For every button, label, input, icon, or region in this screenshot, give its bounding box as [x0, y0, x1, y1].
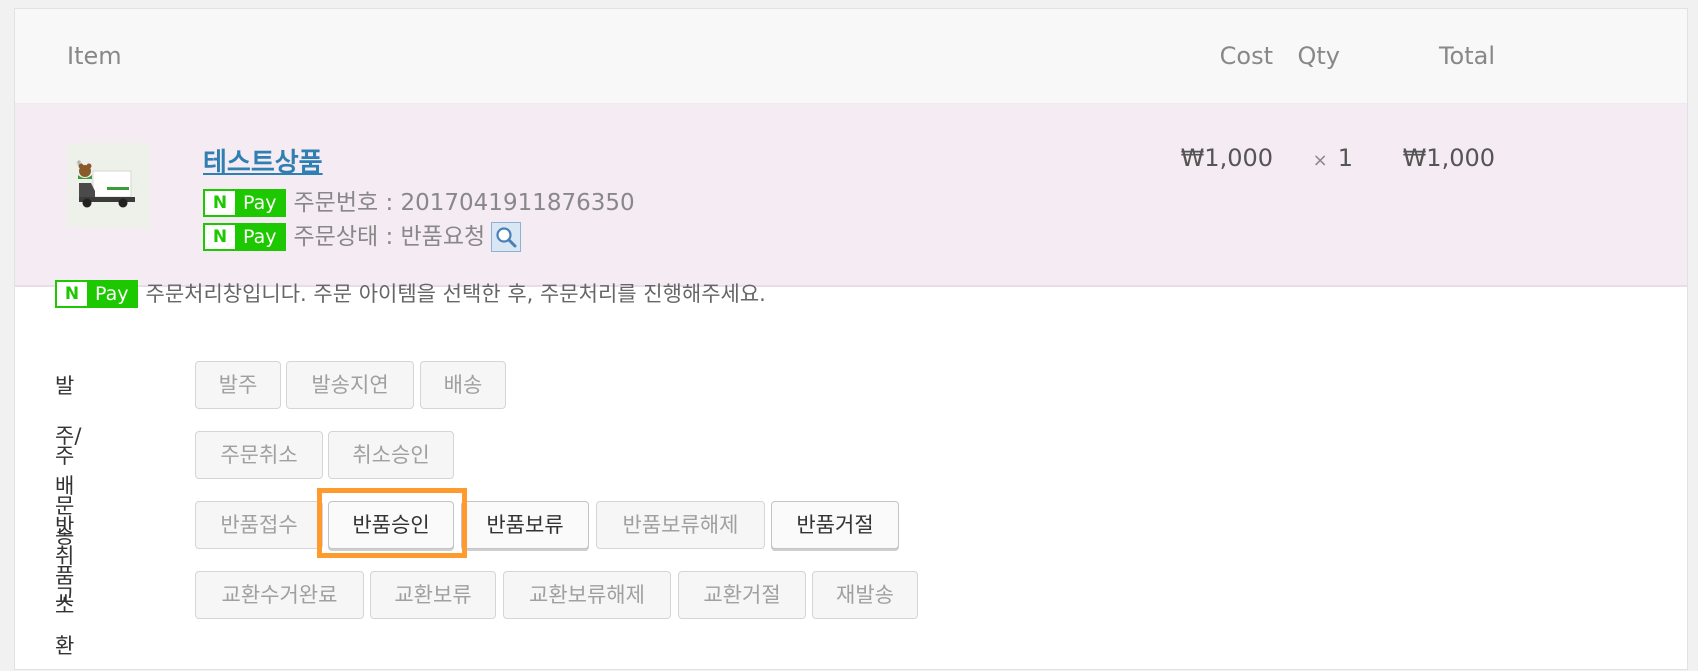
- group-label: 발주/배송: [55, 374, 82, 548]
- btn-release-return-hold[interactable]: 반품보류해제: [596, 501, 765, 549]
- item-total: ₩1,000: [1402, 144, 1495, 172]
- npay-pay-text: Pay: [243, 225, 277, 248]
- order-status: 주문상태 : 반품요청: [293, 223, 486, 250]
- group-label: 주문취소: [55, 444, 75, 618]
- npay-n-mark: N: [57, 282, 87, 306]
- btn-receive-return[interactable]: 반품접수: [195, 501, 323, 549]
- btn-ship[interactable]: 배송: [420, 361, 506, 409]
- times-symbol: ×: [1312, 150, 1328, 171]
- btn-delay-dispatch[interactable]: 발송지연: [286, 361, 414, 409]
- order-status-line: N Pay 주문상태 : 반품요청: [203, 220, 522, 252]
- btn-approve-cancel[interactable]: 취소승인: [328, 431, 454, 479]
- search-icon[interactable]: [491, 221, 522, 252]
- product-name-link[interactable]: 테스트상품: [203, 142, 323, 179]
- btn-hold-return[interactable]: 반품보류: [461, 501, 589, 549]
- order-number-line: N Pay 주문번호 : 2017041911876350: [203, 186, 635, 218]
- item-cost: ₩1,000: [1180, 144, 1273, 172]
- table-header: Item Cost Qty Total: [15, 9, 1687, 104]
- btn-place-order[interactable]: 발주: [195, 361, 281, 409]
- npay-badge: N Pay: [203, 222, 286, 251]
- item-qty: × 1: [1313, 144, 1353, 172]
- qty-value: 1: [1337, 144, 1353, 172]
- group-label: 반품: [55, 514, 75, 588]
- header-qty: Qty: [1297, 42, 1340, 70]
- npay-n-mark: N: [205, 224, 235, 249]
- group-label: 교환: [55, 584, 75, 658]
- npay-n-mark: N: [205, 190, 235, 215]
- btn-hold-exchange[interactable]: 교환보류: [370, 571, 496, 619]
- btn-resend[interactable]: 재발송: [812, 571, 918, 619]
- npay-badge: N Pay: [203, 188, 286, 217]
- btn-exchange-collected[interactable]: 교환수거완료: [195, 571, 364, 619]
- header-item: Item: [67, 42, 122, 70]
- header-cost: Cost: [1219, 42, 1273, 70]
- btn-reject-exchange[interactable]: 교환거절: [678, 571, 806, 619]
- npay-pay-text: Pay: [243, 191, 277, 214]
- order-process-notice: N Pay 주문처리창입니다. 주문 아이템을 선택한 후, 주문처리를 진행해주세…: [55, 278, 766, 308]
- notice-text: 주문처리창입니다. 주문 아이템을 선택한 후, 주문처리를 진행해주세요.: [145, 282, 766, 306]
- btn-cancel-order[interactable]: 주문취소: [195, 431, 323, 479]
- btn-release-exchange-hold[interactable]: 교환보류해제: [503, 571, 671, 619]
- table-row: ® 테스트상품 N Pay 주문번호 : 2017041911876350 N Pay…: [15, 104, 1687, 287]
- svg-text:®: ®: [76, 160, 82, 167]
- btn-reject-return[interactable]: 반품거절: [771, 501, 899, 549]
- order-number: 주문번호 : 2017041911876350: [293, 189, 635, 216]
- highlight-box: [317, 488, 467, 558]
- product-truck-icon: ®: [67, 143, 151, 227]
- npay-pay-text: Pay: [95, 283, 129, 305]
- npay-badge: N Pay: [55, 280, 138, 308]
- header-total: Total: [1438, 42, 1495, 70]
